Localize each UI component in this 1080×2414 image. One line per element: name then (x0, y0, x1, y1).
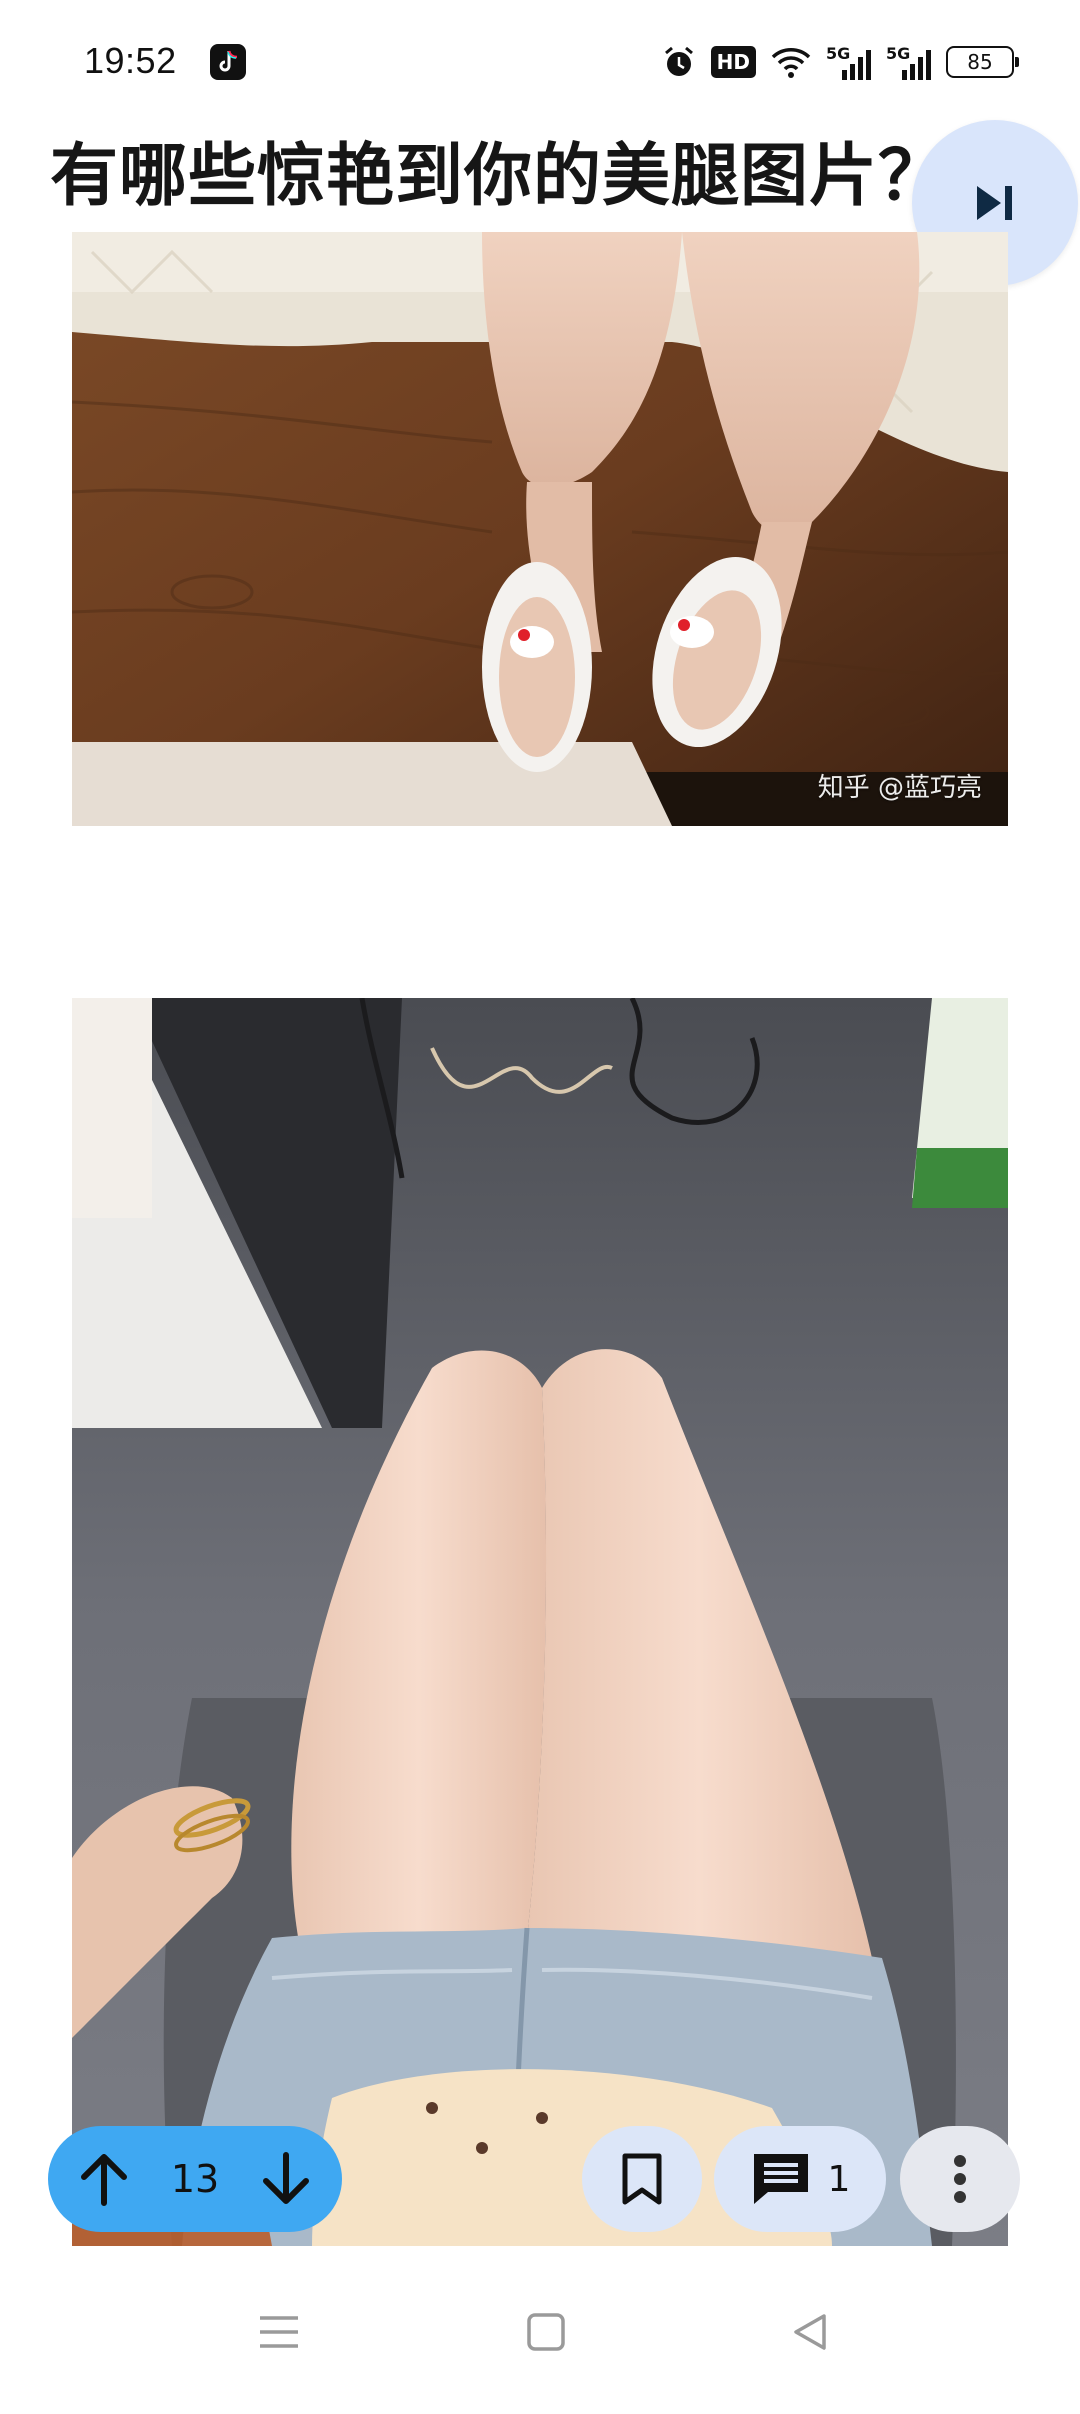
comment-icon (753, 2154, 808, 2204)
bookmark-icon (622, 2153, 662, 2205)
tiktok-icon (210, 44, 246, 80)
arrow-down-icon[interactable] (260, 2151, 312, 2207)
back-icon[interactable] (790, 2312, 830, 2352)
question-title[interactable]: 有哪些惊艳到你的美腿图片？ (50, 120, 947, 219)
status-time: 19:52 (84, 40, 177, 81)
answer-navigation: 13 (48, 2126, 342, 2232)
answer-image-1[interactable]: 知乎 @蓝巧亮 (72, 232, 1008, 826)
answer-count: 13 (170, 2157, 220, 2201)
skip-next-icon (977, 186, 1012, 220)
comment-button[interactable]: 1 (714, 2126, 886, 2232)
status-bar: 19:52 HD 5G 5G 85 (0, 0, 1080, 120)
more-options-button[interactable] (900, 2126, 1020, 2232)
hd-badge: HD (710, 46, 756, 78)
more-vertical-icon (954, 2155, 966, 2203)
answer-image-2[interactable]: @ (72, 998, 1008, 2246)
system-navigation-bar (0, 2260, 1080, 2414)
arrow-up-icon[interactable] (78, 2151, 130, 2207)
battery-indicator: 85 (946, 46, 1019, 78)
wifi-icon (771, 48, 811, 78)
signal-5g-2: 5G (886, 44, 932, 80)
bookmark-button[interactable] (582, 2126, 702, 2232)
comment-count: 1 (827, 2158, 851, 2200)
alarm-icon (664, 46, 693, 76)
signal-5g-1: 5G (826, 44, 872, 80)
menu-icon[interactable] (258, 2312, 300, 2352)
status-icons: HD 5G 5G 85 (661, 42, 1019, 82)
image-watermark: 知乎 @蓝巧亮 (817, 773, 982, 803)
home-icon[interactable] (526, 2312, 566, 2352)
